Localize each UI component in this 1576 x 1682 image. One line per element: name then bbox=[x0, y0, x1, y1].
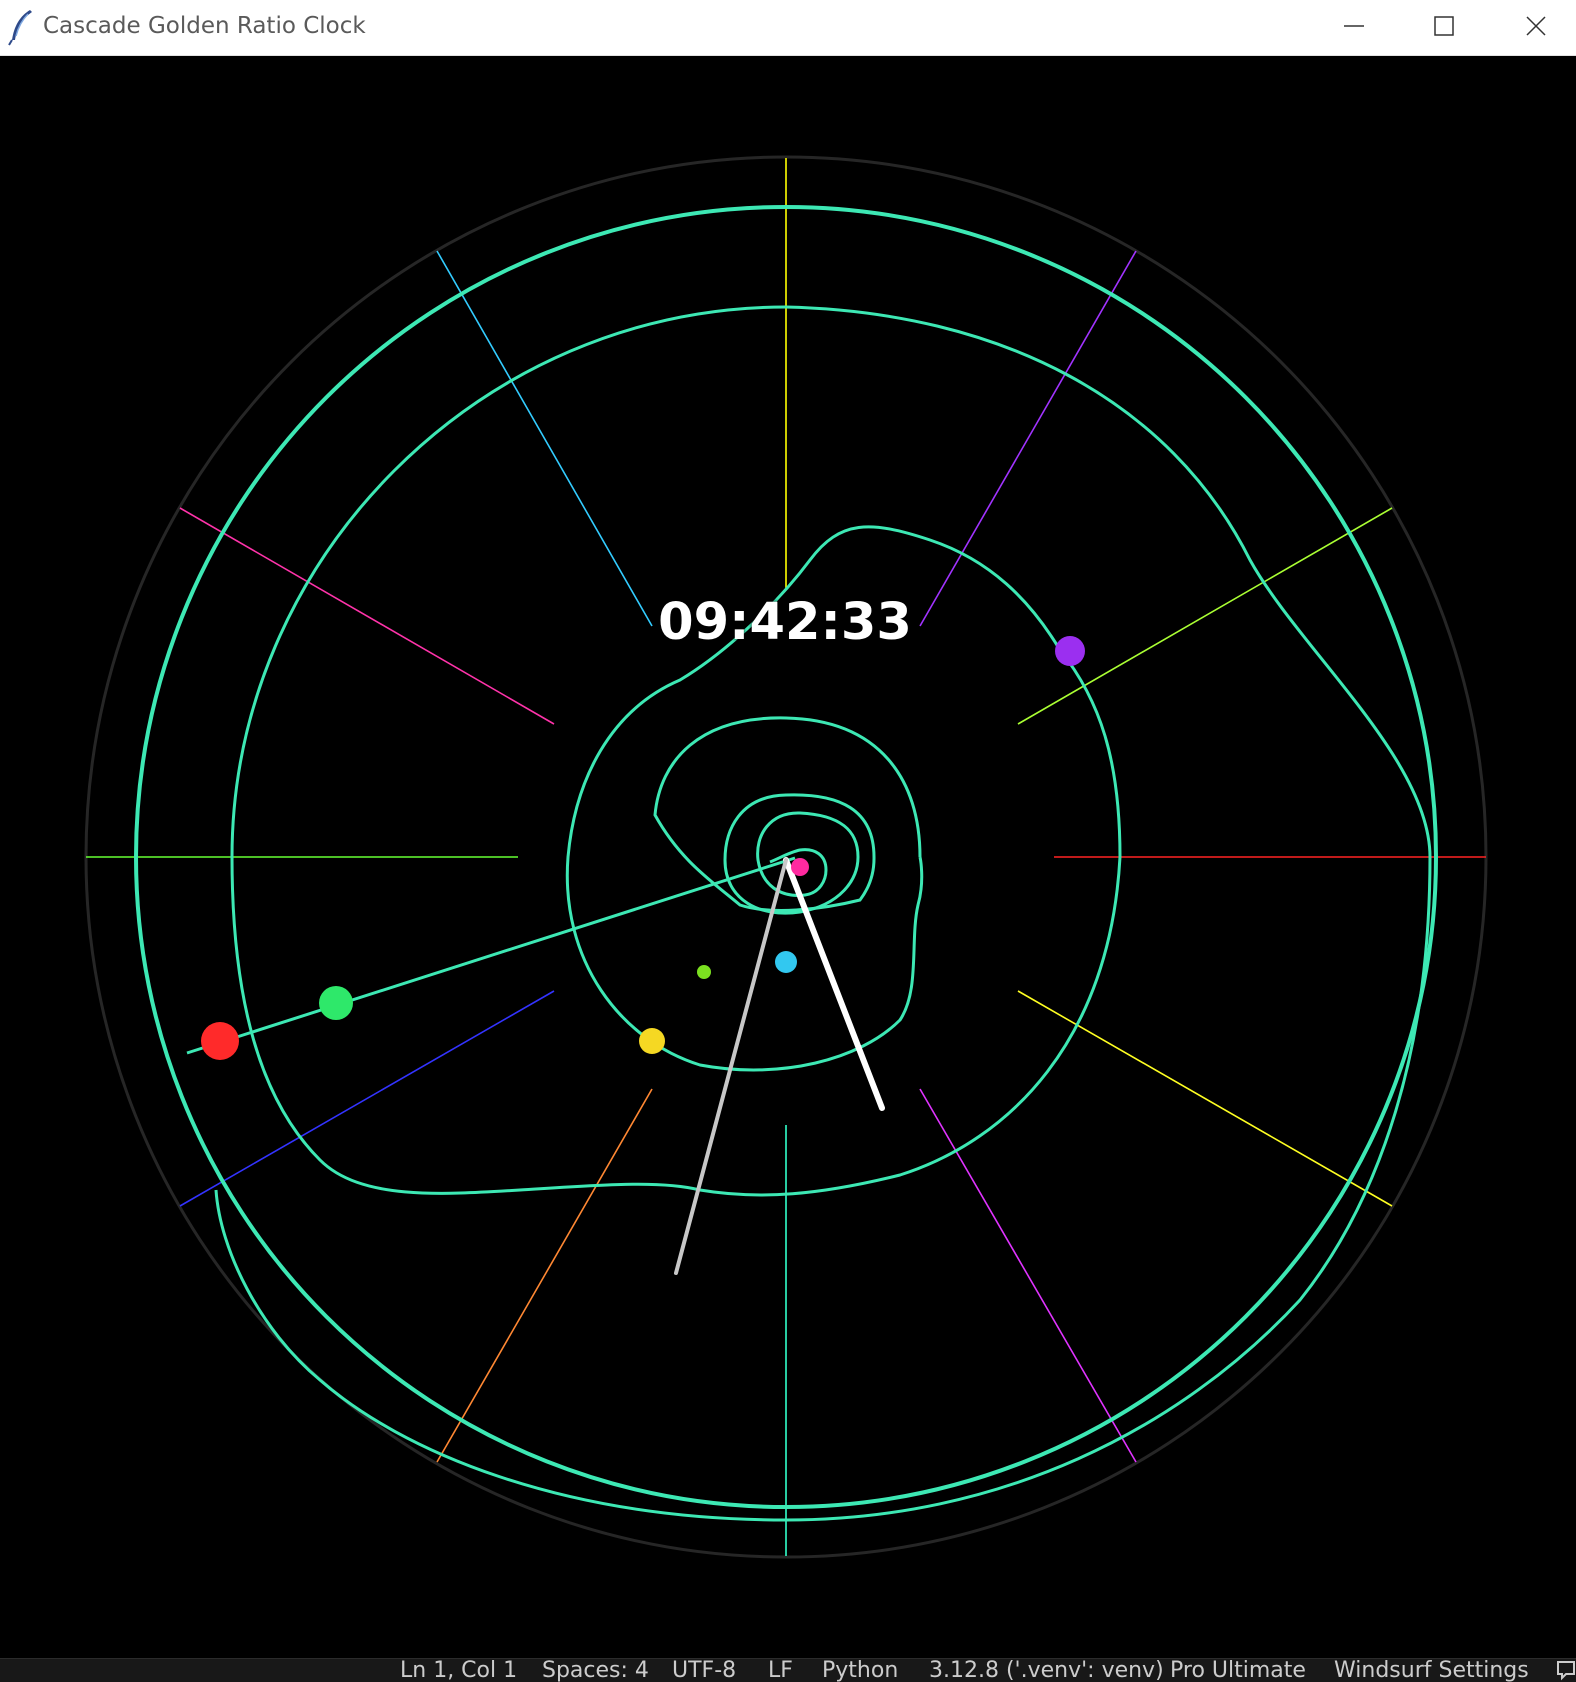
encoding-setting[interactable]: UTF-8 bbox=[672, 1659, 736, 1682]
ray-8 bbox=[179, 990, 555, 1207]
close-button[interactable] bbox=[1492, 0, 1576, 52]
ray-7 bbox=[436, 1088, 653, 1463]
orb-lime bbox=[697, 965, 711, 979]
language-mode[interactable]: Python bbox=[822, 1659, 898, 1682]
ring-second-b bbox=[230, 305, 787, 858]
ring-second-c bbox=[230, 856, 1122, 1197]
plan-badge[interactable]: Pro Ultimate bbox=[1170, 1659, 1306, 1682]
window-title: Cascade Golden Ratio Clock bbox=[43, 13, 366, 39]
ray-11 bbox=[436, 250, 653, 627]
clock-canvas: 09:42:33 bbox=[0, 57, 1576, 1658]
digital-time: 09:42:33 bbox=[658, 593, 912, 652]
orb-pink bbox=[791, 858, 809, 876]
status-bar: Ln 1, Col 1 Spaces: 4 UTF-8 LF Python 3.… bbox=[0, 1658, 1576, 1682]
cascade-line bbox=[186, 856, 796, 1055]
ray-5 bbox=[919, 1088, 1137, 1463]
orb-yellow bbox=[639, 1028, 665, 1054]
ray-10 bbox=[179, 507, 555, 725]
ring-second bbox=[214, 305, 1432, 1522]
minimize-icon bbox=[1344, 25, 1364, 27]
ring-sixth bbox=[756, 811, 860, 897]
orb-green bbox=[319, 986, 353, 1020]
ray-2 bbox=[1017, 507, 1393, 725]
windsurf-settings[interactable]: Windsurf Settings bbox=[1334, 1659, 1529, 1682]
notification-bell-icon[interactable] bbox=[1556, 1659, 1576, 1682]
ray-1 bbox=[919, 250, 1137, 627]
indentation-setting[interactable]: Spaces: 4 bbox=[542, 1659, 649, 1682]
orb-cyan bbox=[775, 951, 797, 973]
cursor-position[interactable]: Ln 1, Col 1 bbox=[400, 1659, 517, 1682]
close-icon bbox=[1526, 16, 1546, 36]
maximize-button[interactable] bbox=[1400, 0, 1488, 52]
python-interpreter[interactable]: 3.12.8 ('.venv': venv) bbox=[929, 1659, 1164, 1682]
clock-drawing bbox=[84, 155, 1488, 1559]
eol-setting[interactable]: LF bbox=[768, 1659, 793, 1682]
maximize-icon bbox=[1434, 16, 1454, 36]
feather-icon bbox=[8, 10, 32, 46]
orb-purple bbox=[1055, 636, 1085, 666]
ray-4 bbox=[1017, 990, 1393, 1207]
minute-hand bbox=[674, 858, 788, 1275]
orb-red bbox=[201, 1022, 239, 1060]
minimize-button[interactable] bbox=[1310, 0, 1398, 52]
title-bar: Cascade Golden Ratio Clock bbox=[0, 0, 1576, 56]
